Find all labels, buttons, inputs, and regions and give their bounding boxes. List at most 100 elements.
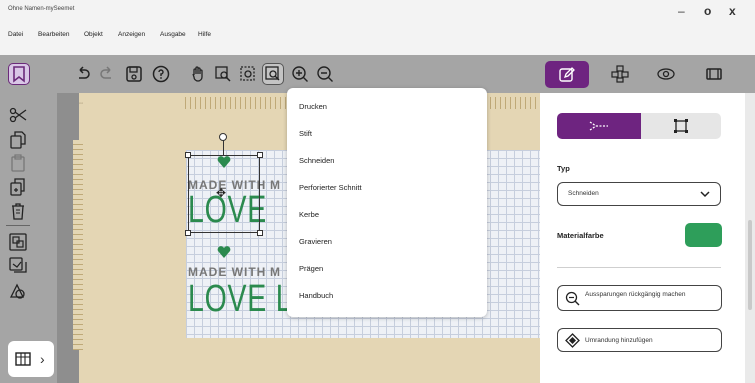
trash-icon: [12, 203, 24, 220]
tab-preview[interactable]: [654, 63, 678, 85]
design-made-with-1b[interactable]: M: [270, 178, 281, 192]
zoom-out-icon: [317, 66, 333, 82]
menu-anzeigen[interactable]: Anzeigen: [118, 31, 145, 38]
cut-line-icon: [589, 121, 608, 131]
menu-item-drucken[interactable]: Drucken: [299, 102, 327, 111]
project-button[interactable]: [8, 63, 30, 85]
minimize-button[interactable]: –: [678, 4, 685, 18]
help-button[interactable]: [150, 63, 172, 85]
copy-button[interactable]: [7, 129, 29, 151]
delete-button[interactable]: [7, 200, 29, 222]
tab-offset[interactable]: [641, 113, 721, 139]
resize-handle-bl[interactable]: [185, 230, 191, 236]
save-button[interactable]: [123, 63, 145, 85]
redo-icon: [100, 66, 111, 79]
ungroup-button[interactable]: [7, 255, 29, 277]
resize-handle-tl[interactable]: [185, 152, 191, 158]
menu-hilfe[interactable]: Hilfe: [198, 31, 211, 38]
panel-divider: [557, 267, 721, 268]
undo-holes-button[interactable]: Aussparungen rückgängig machen: [557, 285, 722, 311]
duplicate-button[interactable]: [7, 176, 29, 198]
materialfarbe-label: Materialfarbe: [557, 231, 604, 240]
tab-line-type[interactable]: [557, 113, 641, 139]
maximize-button[interactable]: o: [704, 4, 711, 18]
heart-icon: [217, 246, 231, 258]
line-type-menu: Drucken Stift Schneiden Perforierter Sch…: [287, 88, 487, 317]
zoom-box-icon: [215, 66, 231, 82]
menu-item-stift[interactable]: Stift: [299, 129, 312, 138]
move-cursor-icon: ✥: [216, 186, 227, 200]
add-outline-button[interactable]: Umrandung hinzufügen: [557, 328, 722, 352]
layers-toggle-button[interactable]: ›: [8, 341, 54, 377]
magnify-undo-icon: [565, 291, 580, 306]
zoom-selection-button[interactable]: [212, 63, 234, 85]
rotate-line: [223, 139, 224, 155]
paste-icon: [11, 154, 25, 172]
typ-select[interactable]: Schneiden: [557, 182, 721, 206]
close-button[interactable]: x: [729, 4, 736, 18]
zoom-page-icon: [265, 66, 280, 81]
tab-machine[interactable]: [702, 63, 726, 85]
resize-handle-tr[interactable]: [257, 152, 263, 158]
menu-item-handbuch[interactable]: Handbuch: [299, 291, 333, 300]
eye-icon: [657, 68, 675, 80]
zoom-grid-icon: [240, 66, 255, 81]
paste-button[interactable]: [7, 152, 29, 174]
shape-icon: [9, 283, 25, 299]
group-button[interactable]: [7, 231, 29, 253]
mat-corner-mark: ◦◦: [79, 101, 84, 107]
ungroup-icon: [9, 257, 27, 273]
menu-objekt[interactable]: Objekt: [84, 31, 103, 38]
cut-button[interactable]: [7, 104, 29, 126]
zoom-in-button[interactable]: [289, 63, 311, 85]
zoom-page-button[interactable]: [262, 63, 284, 85]
window-title: Ohne Namen-mySeemet: [8, 6, 75, 12]
pan-button[interactable]: [187, 63, 209, 85]
zoom-fit-button[interactable]: [237, 63, 259, 85]
tab-edit[interactable]: [545, 61, 589, 88]
help-icon: [152, 65, 170, 83]
rotate-handle[interactable]: [219, 133, 227, 141]
outline-icon: [565, 333, 580, 348]
zoom-in-icon: [292, 66, 308, 82]
design-made-with-2[interactable]: MADE WITH: [188, 265, 266, 279]
undo-button[interactable]: [72, 63, 94, 85]
save-icon: [126, 66, 142, 82]
menu-item-schneiden[interactable]: Schneiden: [299, 156, 334, 165]
hand-icon: [192, 66, 203, 82]
menu-bar: Datei Bearbeiten Objekt Anzeigen Ausgabe…: [0, 28, 755, 50]
panel-scrollbar-thumb[interactable]: [748, 220, 752, 310]
menu-item-praegen[interactable]: Prägen: [299, 264, 323, 273]
toolbar-divider: [6, 225, 30, 226]
frame-icon: [674, 119, 688, 133]
menu-item-kerbe[interactable]: Kerbe: [299, 210, 319, 219]
add-outline-label: Umrandung hinzufügen: [585, 337, 653, 344]
duplicate-icon: [10, 178, 25, 196]
redo-button[interactable]: [96, 63, 118, 85]
menu-bearbeiten[interactable]: Bearbeiten: [38, 31, 69, 38]
bookmark-icon: [13, 66, 25, 83]
arrange-icon: [611, 65, 629, 83]
typ-label: Typ: [557, 164, 570, 173]
title-bar: Ohne Namen-mySeemet – o x: [0, 0, 755, 28]
design-made-with-2b[interactable]: M: [270, 265, 281, 279]
shape-button[interactable]: [7, 280, 29, 302]
zoom-out-button[interactable]: [314, 63, 336, 85]
chevron-right-icon: ›: [40, 351, 45, 367]
resize-handle-br[interactable]: [257, 230, 263, 236]
material-color-swatch[interactable]: [685, 223, 722, 247]
mat-ruler-left: [73, 140, 83, 350]
menu-datei[interactable]: Datei: [8, 31, 23, 38]
menu-item-perforierter-schnitt[interactable]: Perforierter Schnitt: [299, 183, 362, 192]
menu-ausgabe[interactable]: Ausgabe: [160, 31, 186, 38]
undo-icon: [79, 66, 90, 79]
scissors-icon: [9, 107, 27, 123]
menu-item-gravieren[interactable]: Gravieren: [299, 237, 332, 246]
undo-holes-label: Aussparungen rückgängig machen: [585, 291, 686, 298]
grid-icon: [15, 352, 31, 366]
chevron-down-icon: [700, 191, 710, 198]
tab-arrange[interactable]: [608, 63, 632, 85]
machine-icon: [706, 68, 722, 80]
copy-icon: [10, 131, 26, 149]
group-icon: [9, 233, 27, 251]
